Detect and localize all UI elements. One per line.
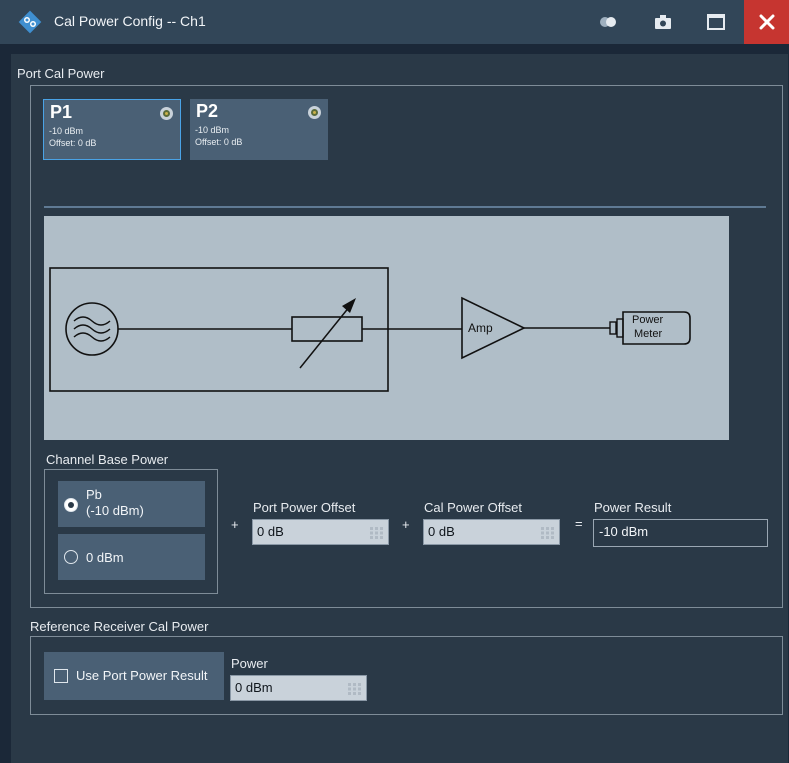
title-bar: Cal Power Config -- Ch1 <box>0 0 789 44</box>
power-meter-label-1: Power <box>632 314 664 326</box>
port-cal-power-label: Port Cal Power <box>17 66 105 81</box>
port-offset: Offset: 0 dB <box>49 138 97 148</box>
close-icon <box>759 14 775 30</box>
cal-power-offset-label: Cal Power Offset <box>424 500 523 515</box>
toggle-icon[interactable] <box>596 11 620 33</box>
port-card-p2[interactable]: P2 -10 dBm Offset: 0 dB <box>190 99 328 160</box>
plus-sign: + <box>231 517 239 532</box>
port-connector-icon <box>308 106 321 119</box>
plus-sign: + <box>402 517 410 532</box>
close-button[interactable] <box>744 0 789 44</box>
channel-base-power-label: Channel Base Power <box>46 452 169 467</box>
port-power-offset-label: Port Power Offset <box>253 500 356 515</box>
reference-receiver-label: Reference Receiver Cal Power <box>30 619 209 634</box>
reference-power-value: 0 dBm <box>235 680 273 695</box>
amp-label: Amp <box>468 321 493 335</box>
window-title: Cal Power Config -- Ch1 <box>54 13 206 29</box>
keypad-icon[interactable] <box>369 526 385 540</box>
port-power-offset-input[interactable]: 0 dB <box>252 519 389 545</box>
app-logo-icon <box>18 10 42 34</box>
option-zero-dbm-label: 0 dBm <box>86 550 124 565</box>
radio-pb[interactable] <box>64 498 78 512</box>
port-name: P1 <box>50 102 73 122</box>
port-connector-icon <box>160 107 173 120</box>
port-offset: Offset: 0 dB <box>195 137 243 147</box>
option-zero-dbm[interactable]: 0 dBm <box>58 534 205 580</box>
cal-power-offset-value: 0 dB <box>428 524 455 539</box>
use-port-power-result-label: Use Port Power Result <box>76 668 208 683</box>
power-result-field: -10 dBm <box>593 519 768 547</box>
cal-power-offset-input[interactable]: 0 dB <box>423 519 560 545</box>
power-result-value: -10 dBm <box>599 524 649 539</box>
use-port-power-result-option[interactable]: Use Port Power Result <box>44 652 224 700</box>
reference-power-label: Power <box>231 656 268 671</box>
keypad-icon[interactable] <box>347 682 363 696</box>
diagram-drawing <box>49 267 691 392</box>
equals-sign: = <box>575 516 583 531</box>
port-power-offset-value: 0 dB <box>257 524 284 539</box>
divider <box>44 206 766 208</box>
port-power: -10 dBm <box>195 125 230 135</box>
radio-selected-dot <box>68 502 74 508</box>
keypad-icon[interactable] <box>540 526 556 540</box>
port-name: P2 <box>196 101 219 121</box>
use-port-power-result-checkbox[interactable] <box>54 669 68 683</box>
signal-path-diagram: Amp Power Meter <box>44 216 729 440</box>
option-pb-value: (-10 dBm) <box>86 503 144 518</box>
option-pb[interactable]: Pb (-10 dBm) <box>58 481 205 527</box>
option-pb-label: Pb <box>86 487 102 502</box>
maximize-icon[interactable] <box>704 11 728 33</box>
power-meter-label-2: Meter <box>634 328 663 340</box>
power-result-label: Power Result <box>594 500 672 515</box>
port-power: -10 dBm <box>49 126 84 136</box>
port-card-p1[interactable]: P1 -10 dBm Offset: 0 dB <box>43 99 181 160</box>
reference-power-input[interactable]: 0 dBm <box>230 675 367 701</box>
camera-icon[interactable] <box>651 11 675 33</box>
radio-zero-dbm[interactable] <box>64 550 78 564</box>
